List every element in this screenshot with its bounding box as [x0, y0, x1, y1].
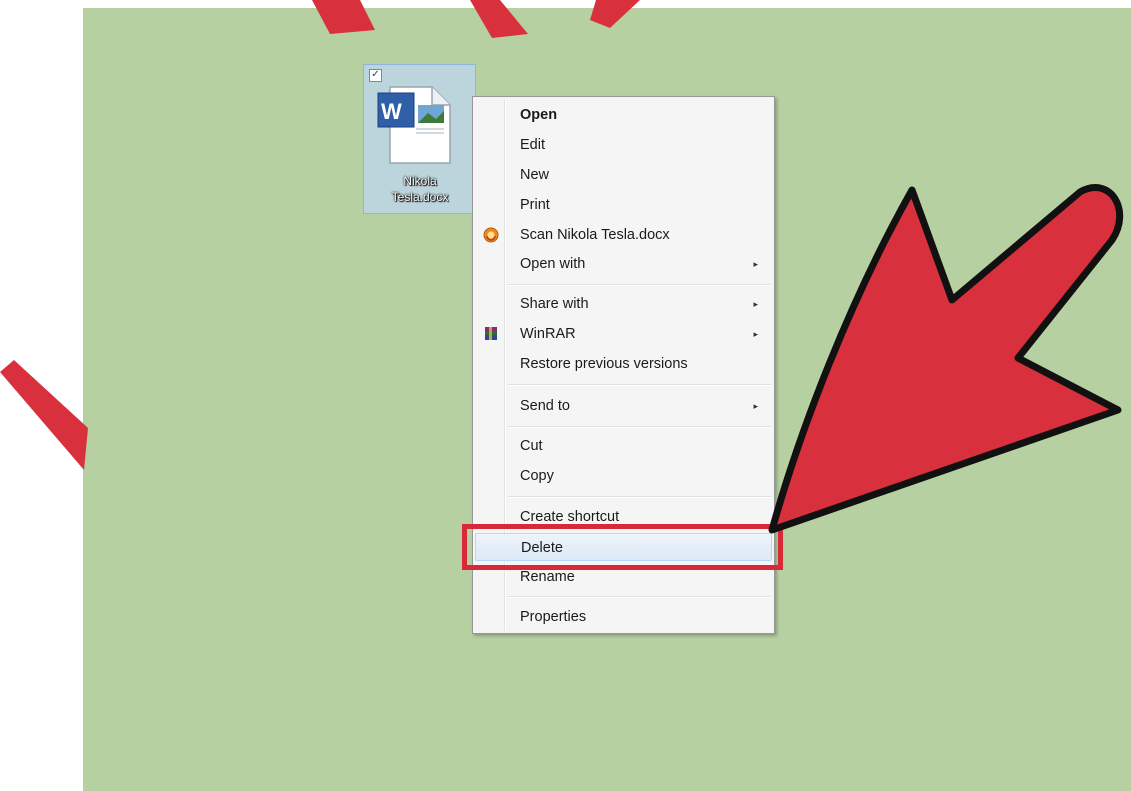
decorative-stroke-top-left: [312, 0, 375, 34]
decorative-stroke-left: [0, 360, 88, 470]
red-arrow-icon: [768, 184, 1124, 534]
decorative-stroke-top-far: [590, 0, 640, 28]
decorative-stroke-top-right: [470, 0, 528, 38]
annotation-overlay: [0, 0, 1124, 534]
